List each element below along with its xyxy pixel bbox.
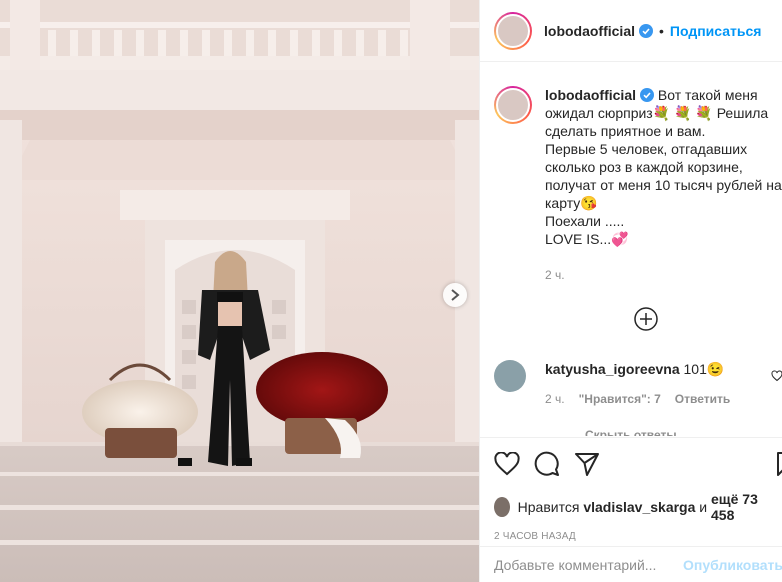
caption-text: lobodaofficial Вот такой меня ожидал сюр… <box>545 86 782 248</box>
commenter-username[interactable]: katyusha_igoreevna <box>545 361 680 377</box>
separator-dot: • <box>659 22 664 39</box>
post-side-panel: lobodaofficial • Подписаться lobodaoffic… <box>479 0 782 582</box>
comment-input[interactable] <box>494 556 676 573</box>
comment-item: katyusha_igoreevna 101😉 2 ч. "Нравится":… <box>494 360 782 406</box>
likes-prefix: Нравится <box>517 499 580 515</box>
comment-likes[interactable]: "Нравится": 7 <box>579 392 661 406</box>
paper-plane-icon[interactable] <box>574 452 600 476</box>
follow-button[interactable]: Подписаться <box>670 23 762 39</box>
publish-button[interactable]: Опубликовать <box>683 557 782 573</box>
caption-username[interactable]: lobodaofficial <box>545 87 636 103</box>
heart-icon[interactable] <box>494 452 520 476</box>
chevron-right-icon <box>451 289 460 301</box>
hearts-emoji: 💞 <box>611 231 629 247</box>
verified-badge-icon <box>640 88 654 102</box>
author-username[interactable]: lobodaofficial <box>544 23 635 39</box>
bookmark-icon[interactable] <box>776 451 782 477</box>
liker-avatar[interactable] <box>494 497 510 517</box>
comment-body: 101 <box>683 361 707 377</box>
likes-summary: Нравится vladislav_skarga и ещё 73 458 <box>494 491 769 523</box>
caption-avatar[interactable] <box>494 86 532 124</box>
likes-count[interactable]: ещё 73 458 <box>711 491 769 523</box>
add-comment-form: Опубликовать <box>480 546 782 582</box>
comment-time[interactable]: 2 ч. <box>545 392 565 406</box>
wink-emoji: 😉 <box>706 361 725 377</box>
caption-line-5: LOVE IS... <box>545 231 612 247</box>
caption: lobodaofficial Вот такой меня ожидал сюр… <box>494 86 782 248</box>
liker-username[interactable]: vladislav_skarga <box>583 499 695 515</box>
caption-time[interactable]: 2 ч. <box>545 268 565 282</box>
reply-button[interactable]: Ответить <box>675 392 730 406</box>
post-header: lobodaofficial • Подписаться <box>480 0 782 62</box>
next-photo-button[interactable] <box>443 283 467 307</box>
caption-line-4: Поехали ..... <box>545 213 625 229</box>
hide-replies-label: Скрыть ответы <box>585 428 677 436</box>
post-actions: Нравится vladislav_skarga и ещё 73 458 2… <box>480 437 782 542</box>
comment-meta: 2 ч. "Нравится": 7 Ответить <box>545 392 730 406</box>
comment-icon[interactable] <box>534 451 560 477</box>
comment-text: katyusha_igoreevna 101😉 <box>545 360 730 378</box>
verified-badge-icon <box>639 23 653 38</box>
post-photo[interactable] <box>0 0 479 582</box>
post-image <box>0 0 479 582</box>
bouquet-emoji: 💐 💐 💐 <box>652 105 713 121</box>
post-date[interactable]: 2 ЧАСОВ НАЗАД <box>494 531 769 542</box>
hide-replies-button[interactable]: Скрыть ответы <box>585 428 677 436</box>
author-avatar[interactable] <box>494 11 532 50</box>
commenter-avatar[interactable] <box>494 360 526 392</box>
kiss-emoji: 😘 <box>580 195 598 211</box>
likes-and: и <box>699 499 708 515</box>
plus-circle-icon[interactable] <box>633 306 659 332</box>
comment-heart-icon[interactable] <box>771 370 782 382</box>
